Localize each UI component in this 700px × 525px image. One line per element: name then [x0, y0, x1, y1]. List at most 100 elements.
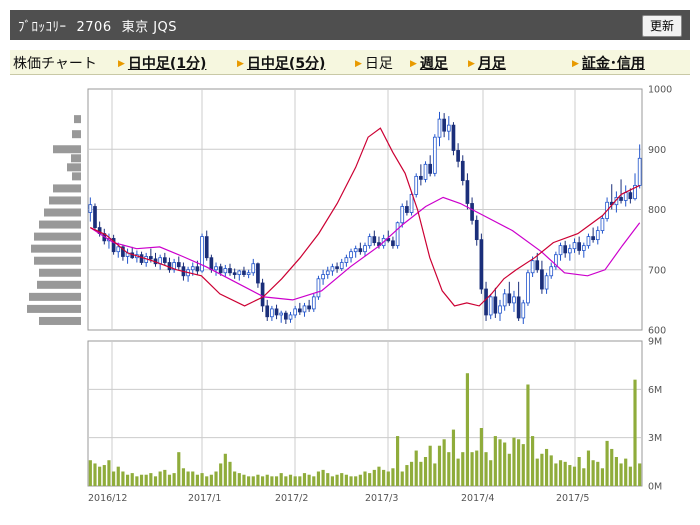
- volume-bar: [484, 452, 488, 486]
- volume-bar: [219, 463, 223, 486]
- candle-body: [246, 272, 251, 275]
- volume-bar: [307, 474, 311, 486]
- candle-body: [176, 262, 181, 268]
- candle-body: [446, 124, 451, 132]
- price-histogram-bar: [74, 115, 81, 124]
- candle-body: [516, 296, 521, 319]
- volume-bar: [624, 458, 628, 486]
- volume-bar: [549, 455, 553, 486]
- candle-body: [297, 308, 302, 313]
- volume-bar: [633, 379, 637, 486]
- candle-body: [405, 206, 409, 213]
- volume-bar: [349, 476, 353, 486]
- volume-bar: [302, 473, 307, 486]
- volume-bar: [326, 473, 330, 486]
- volume-bar: [247, 476, 251, 486]
- candle-body: [311, 296, 316, 310]
- volume-bar: [330, 476, 334, 486]
- candle-body: [558, 245, 563, 256]
- volume-bar: [223, 453, 227, 486]
- volume-bar: [382, 469, 386, 486]
- volume-bar: [195, 474, 199, 486]
- volume-bar: [396, 436, 400, 486]
- volume-bar: [437, 445, 442, 486]
- volume-bar: [451, 429, 456, 486]
- volume-bar: [517, 439, 521, 486]
- volume-bar: [428, 445, 432, 486]
- price-histogram-bar: [29, 292, 81, 301]
- volume-bar: [586, 450, 591, 486]
- candle-body: [512, 296, 516, 304]
- volume-bar: [470, 452, 474, 486]
- candle-body: [493, 296, 498, 314]
- candle-body: [498, 305, 502, 314]
- volume-bar: [270, 476, 274, 486]
- price-histogram-bar: [44, 208, 81, 217]
- price-histogram-bar: [39, 268, 81, 277]
- candle-body: [428, 163, 433, 174]
- volume-bar: [456, 458, 460, 486]
- candle-body: [437, 118, 442, 138]
- volume-bar: [121, 471, 125, 486]
- candle-body: [335, 266, 339, 269]
- candle-body: [293, 308, 298, 316]
- volume-bar: [582, 468, 586, 486]
- volume-bar: [423, 457, 428, 486]
- candle-body: [237, 270, 242, 275]
- volume-bar: [163, 469, 167, 486]
- volume-bar: [102, 465, 106, 486]
- price-histogram-bar: [39, 220, 81, 229]
- volume-bar: [260, 476, 265, 486]
- volume-bar: [372, 469, 376, 486]
- volume-bar: [465, 373, 470, 486]
- volume-bar: [172, 473, 176, 486]
- price-histogram-bar: [39, 316, 81, 325]
- candle-body: [567, 248, 572, 254]
- candle-body: [214, 266, 218, 271]
- candle-body: [139, 254, 144, 263]
- volume-bar: [167, 474, 172, 486]
- candle-body: [242, 270, 246, 275]
- candle-body: [358, 248, 363, 253]
- candle-body: [284, 312, 288, 320]
- price-histogram-bar: [27, 304, 81, 313]
- candle-body: [530, 260, 535, 274]
- candle-body: [460, 160, 465, 181]
- volume-bar: [107, 460, 111, 486]
- volume-bar: [340, 473, 344, 486]
- volume-tick-label: 0M: [648, 482, 662, 493]
- price-histogram-bar: [53, 184, 81, 193]
- candle-body: [190, 266, 195, 271]
- candle-body: [325, 270, 330, 275]
- price-histogram-bar: [72, 130, 81, 139]
- price-tick-label: 800: [648, 205, 666, 216]
- price-tick-label: 600: [648, 326, 666, 337]
- candle-body: [149, 256, 153, 260]
- volume-bar: [605, 440, 609, 486]
- candle-body: [549, 266, 554, 277]
- candle-body: [223, 268, 228, 274]
- candle-body: [600, 218, 605, 231]
- volume-bar: [88, 460, 92, 486]
- volume-bar: [288, 474, 293, 486]
- volume-bar: [344, 474, 348, 486]
- volume-bar: [125, 474, 130, 486]
- volume-bar: [358, 474, 362, 486]
- volume-bar: [433, 463, 437, 486]
- volume-bar: [526, 384, 530, 486]
- volume-bar: [209, 474, 213, 486]
- volume-tick-label: 9M: [648, 337, 662, 348]
- price-tick-label: 700: [648, 265, 666, 276]
- volume-bar: [572, 466, 577, 486]
- candle-body: [465, 180, 470, 204]
- volume-bar: [284, 476, 288, 486]
- candle-body: [544, 275, 549, 290]
- candle-body: [330, 266, 335, 272]
- candle-body: [260, 282, 265, 307]
- volume-bar: [293, 476, 297, 486]
- volume-bar: [265, 474, 269, 486]
- candle-body: [540, 269, 544, 290]
- volume-bar: [568, 465, 572, 486]
- candle-body: [391, 240, 395, 247]
- volume-bar: [316, 471, 321, 486]
